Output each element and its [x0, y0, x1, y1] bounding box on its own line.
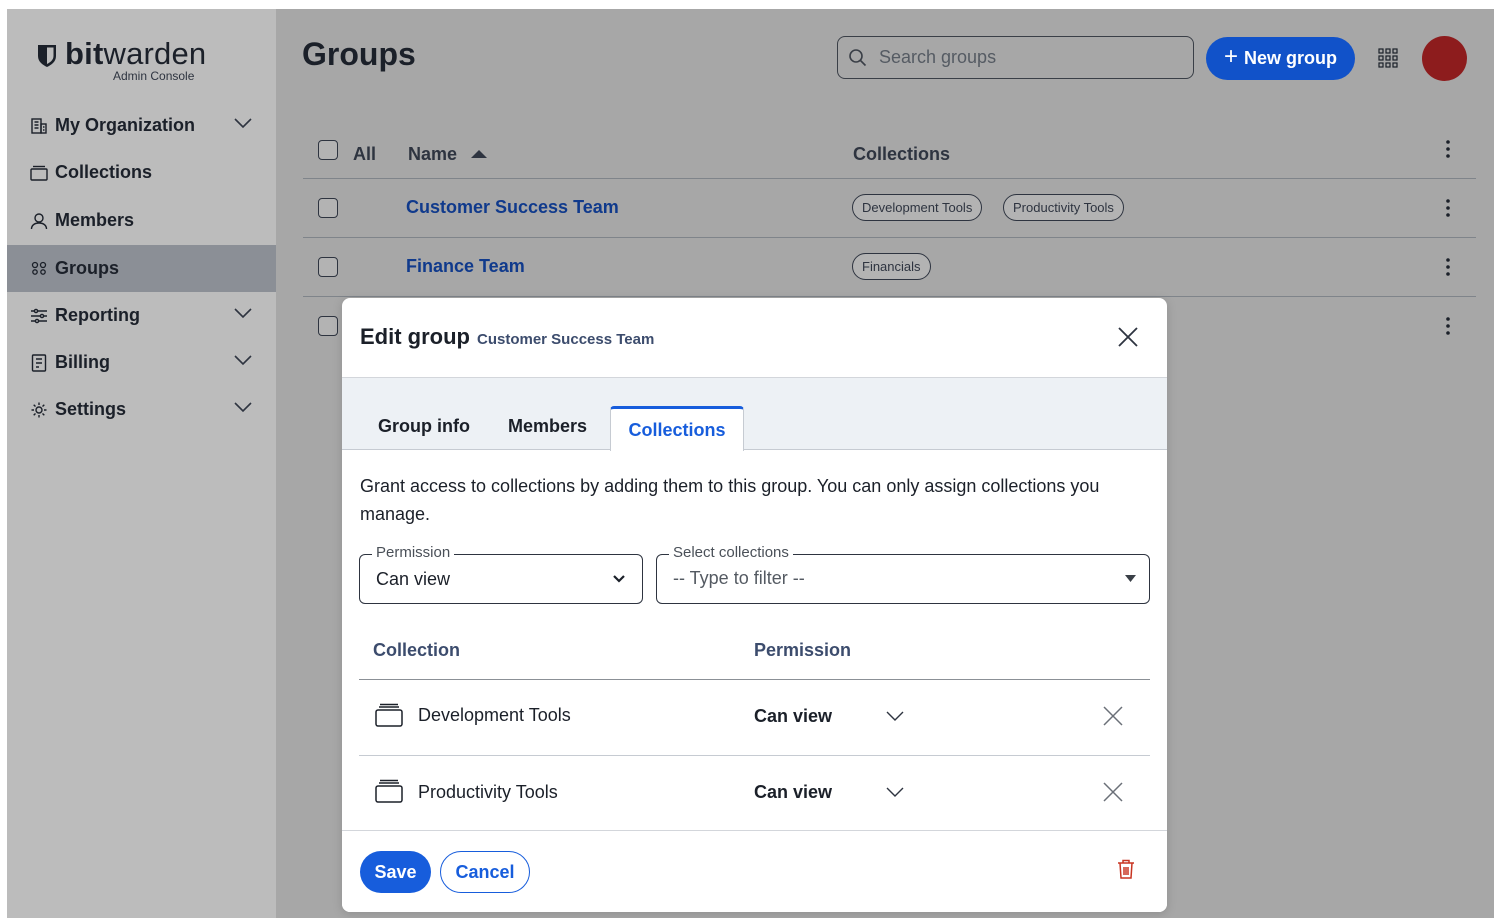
column-permission: Permission [754, 640, 852, 660]
column-collections: Collections [853, 143, 951, 164]
more-options-icon[interactable] [1446, 199, 1450, 217]
cancel-button[interactable]: Cancel [440, 851, 530, 893]
sidebar-item-settings[interactable]: Settings [7, 386, 276, 433]
collection-badge: Productivity Tools [1003, 194, 1124, 221]
avatar[interactable] [1422, 36, 1467, 81]
sidebar-item-label: Members [55, 210, 135, 230]
divider [303, 237, 1476, 238]
chevron-down-icon[interactable] [233, 307, 253, 319]
more-options-icon[interactable] [1446, 258, 1450, 276]
search-box[interactable] [837, 36, 1194, 79]
dialog-footer: Save Cancel [342, 830, 1167, 912]
new-group-button[interactable]: + New group [1206, 37, 1355, 80]
dialog-tabs: Group info Members Collections [342, 378, 1167, 451]
tab-collections[interactable]: Collections [610, 406, 744, 451]
gear-icon [30, 401, 48, 419]
collection-icon [375, 703, 403, 727]
sidebar-item-reporting[interactable]: Reporting [7, 292, 276, 339]
collections-description: Grant access to collections by adding th… [360, 476, 1100, 524]
logo-subtitle: Admin Console [113, 69, 195, 83]
permission-label: Permission [372, 544, 455, 561]
chevron-down-icon[interactable] [886, 711, 904, 721]
tab-group-info[interactable]: Group info [378, 416, 470, 437]
more-options-icon[interactable] [1446, 317, 1450, 335]
collection-badge: Development Tools [852, 194, 983, 221]
product-switcher-icon[interactable] [1377, 47, 1399, 69]
column-collection: Collection [373, 640, 461, 660]
select-collections-field[interactable]: Select collections -- Type to filter -- [656, 544, 1150, 604]
sort-ascending-icon [471, 150, 488, 158]
organization-icon [30, 117, 48, 135]
sidebar: bitwarden Admin Console My Organization … [7, 9, 276, 918]
collection-name: Development Tools [418, 705, 571, 725]
row-checkbox[interactable] [318, 257, 338, 277]
sidebar-item-label: Groups [55, 258, 120, 278]
sidebar-item-label: Settings [55, 399, 127, 419]
sidebar-item-label: My Organization [55, 115, 196, 135]
groups-icon [30, 260, 48, 278]
select-collections-label: Select collections [669, 544, 793, 561]
dialog-title: Edit group [360, 324, 470, 349]
permission-value: Can view [376, 569, 451, 589]
user-icon [30, 212, 48, 230]
collection-permission[interactable]: Can view [754, 706, 832, 727]
logo-wordmark: bitwarden [65, 36, 207, 71]
group-name-link[interactable]: Finance Team [406, 256, 525, 277]
collection-name: Productivity Tools [418, 782, 558, 802]
more-options-icon[interactable] [1446, 140, 1450, 158]
sidebar-item-collections[interactable]: Collections [7, 149, 276, 196]
row-checkbox[interactable] [318, 198, 338, 218]
sliders-icon [30, 307, 48, 325]
collection-icon [375, 779, 403, 803]
caret-down-icon [1125, 575, 1136, 582]
tab-members[interactable]: Members [508, 416, 587, 437]
edit-group-dialog: Edit group Customer Success Team Group i… [342, 298, 1167, 912]
divider [303, 178, 1476, 179]
select-all-checkbox[interactable] [318, 140, 338, 160]
remove-icon[interactable] [1103, 782, 1123, 802]
collection-badge: Financials [852, 253, 931, 280]
chevron-down-icon[interactable] [233, 117, 253, 129]
search-icon [849, 48, 867, 66]
shield-icon [38, 45, 56, 67]
row-checkbox[interactable] [318, 316, 338, 336]
sidebar-item-label: Billing [55, 352, 110, 372]
select-collections-placeholder: -- Type to filter -- [673, 568, 805, 588]
divider [359, 679, 1150, 680]
divider [303, 296, 1476, 297]
page-title: Groups [302, 36, 416, 72]
plus-icon: + [1223, 43, 1238, 70]
chevron-down-icon[interactable] [233, 354, 253, 366]
dialog-subtitle: Customer Success Team [477, 331, 655, 348]
logo[interactable]: bitwarden Admin Console [37, 36, 257, 84]
sidebar-item-my-organization[interactable]: My Organization [7, 102, 276, 149]
save-button[interactable]: Save [360, 851, 431, 893]
trash-icon[interactable] [1117, 859, 1135, 879]
search-input[interactable] [877, 46, 1181, 69]
column-all[interactable]: All [353, 129, 376, 179]
sidebar-item-groups[interactable]: Groups [7, 245, 276, 292]
remove-icon[interactable] [1103, 706, 1123, 726]
chevron-down-icon[interactable] [233, 401, 253, 413]
sidebar-item-label: Reporting [55, 305, 140, 325]
close-icon[interactable] [1117, 326, 1139, 348]
divider [359, 755, 1150, 756]
permission-select[interactable]: Permission Can view [359, 544, 643, 604]
chevron-down-icon [613, 575, 625, 583]
column-name-label: Name [408, 143, 458, 164]
sidebar-item-billing[interactable]: Billing [7, 339, 276, 386]
collection-permission[interactable]: Can view [754, 782, 832, 803]
chevron-down-icon[interactable] [886, 787, 904, 797]
sidebar-item-members[interactable]: Members [7, 197, 276, 244]
column-name[interactable]: Name [408, 129, 488, 179]
billing-icon [30, 353, 48, 372]
collection-icon [30, 164, 48, 182]
sidebar-item-label: Collections [55, 162, 153, 182]
group-name-link[interactable]: Customer Success Team [406, 197, 619, 218]
new-group-label: New group [1244, 48, 1337, 68]
dialog-header: Edit group Customer Success Team [342, 298, 1167, 378]
